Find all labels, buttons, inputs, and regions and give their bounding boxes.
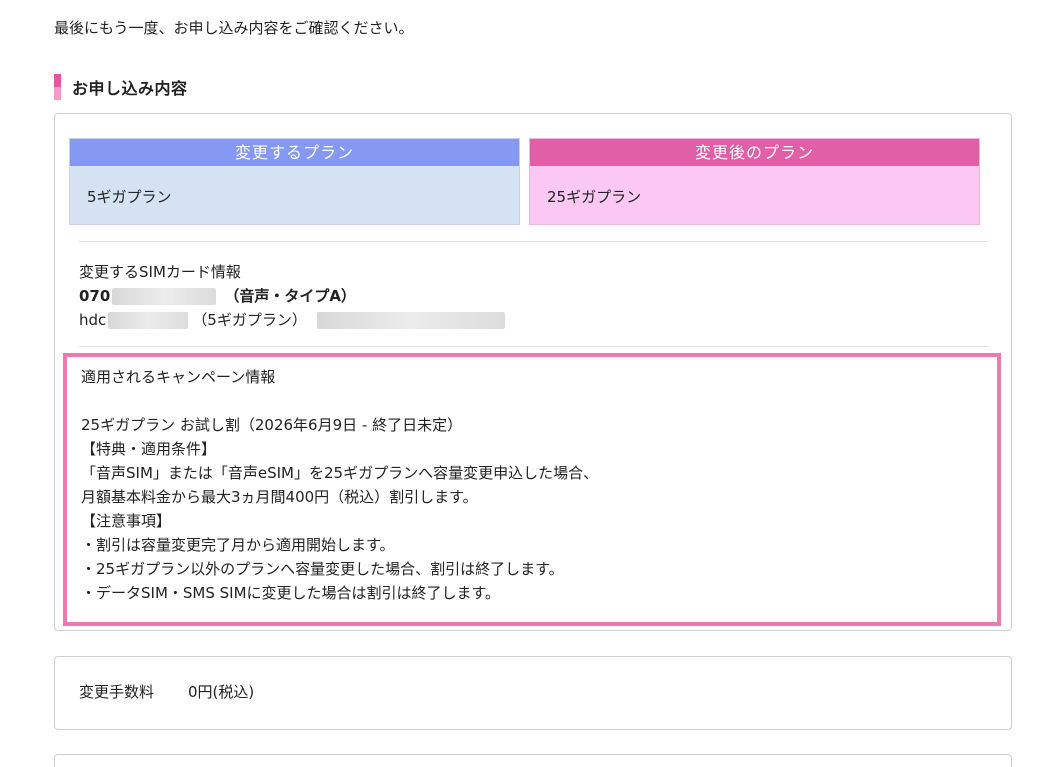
campaign-title: 適用されるキャンペーン情報 bbox=[81, 368, 276, 386]
fee-label: 変更手数料 bbox=[79, 683, 155, 701]
note-item: ・割引は容量変更完了月から適用開始します。 bbox=[81, 536, 395, 554]
benefit-line: 月額基本料金から最大3ヵ月間400円（税込）割引します。 bbox=[81, 488, 478, 506]
new-plan-name: 25ギガプラン bbox=[547, 188, 642, 206]
application-details-card: 変更するプラン 5ギガプラン 変更後のプラン 25ギガプラン 変更するSIMカー… bbox=[54, 113, 1012, 631]
campaign-info-box: 適用されるキャンペーン情報 25ギガプラン お試し割（2026年6月9日 - 終… bbox=[63, 353, 1001, 626]
section-title: お申し込み内容 bbox=[72, 79, 188, 98]
fee-card: 変更手数料 0円(税込) bbox=[54, 656, 1012, 730]
intro-text: 最後にもう一度、お申し込み内容をご確認ください。 bbox=[54, 19, 414, 37]
note-item: ・データSIM・SMS SIMに変更した場合は割引は終了します。 bbox=[81, 584, 501, 602]
divider bbox=[79, 346, 989, 347]
divider bbox=[79, 241, 989, 242]
current-plan-name: 5ギガプラン bbox=[87, 188, 172, 206]
phone-number-prefix: 070 bbox=[79, 287, 111, 305]
sim-type: （音声・タイプA） bbox=[224, 287, 356, 305]
heading-accent-bar bbox=[54, 74, 61, 100]
benefit-line: 「音声SIM」または「音声eSIM」を25ギガプランへ容量変更申込した場合、 bbox=[81, 464, 599, 482]
account-prefix: hdc bbox=[79, 311, 107, 329]
redacted-account-id bbox=[108, 311, 189, 329]
sim-info: 変更するSIMカード情報 070 （音声・タイプA） hdc （5ギガプラン） bbox=[79, 260, 505, 332]
new-plan-box: 変更後のプラン 25ギガプラン bbox=[529, 138, 980, 225]
notes-heading: 【注意事項】 bbox=[81, 512, 172, 530]
section-heading: お申し込み内容 bbox=[54, 74, 188, 100]
fee-value: 0円(税込) bbox=[188, 683, 255, 701]
redacted-phone-number bbox=[112, 287, 217, 305]
sim-info-title: 変更するSIMカード情報 bbox=[79, 263, 241, 281]
benefit-heading: 【特典・適用条件】 bbox=[81, 440, 217, 458]
current-plan-box: 変更するプラン 5ギガプラン bbox=[69, 138, 520, 225]
fee-row: 変更手数料 0円(税込) bbox=[79, 681, 254, 702]
sim-phone-number: 070 （音声・タイプA） bbox=[79, 284, 505, 308]
confirmation-page: 最後にもう一度、お申し込み内容をご確認ください。 お申し込み内容 変更するプラン… bbox=[0, 0, 1062, 767]
next-card bbox=[54, 754, 1012, 767]
account-plan: （5ギガプラン） bbox=[192, 311, 307, 329]
sim-account: hdc （5ギガプラン） bbox=[79, 308, 505, 332]
new-plan-header: 変更後のプラン bbox=[530, 139, 979, 166]
current-plan-header: 変更するプラン bbox=[70, 139, 519, 166]
note-item: ・25ギガプラン以外のプランへ容量変更した場合、割引は終了します。 bbox=[81, 560, 564, 578]
redacted-account-detail bbox=[316, 311, 505, 329]
campaign-name: 25ギガプラン お試し割（2026年6月9日 - 終了日未定） bbox=[81, 416, 463, 434]
